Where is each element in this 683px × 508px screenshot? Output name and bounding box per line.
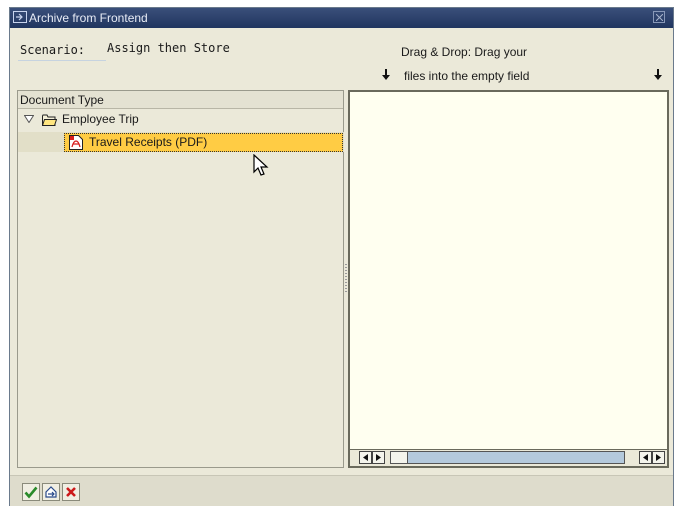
tree-node-label: Travel Receipts (PDF) [89,135,208,149]
checkmark-icon [24,486,38,499]
horizontal-scrollbar[interactable] [350,450,667,466]
cancel-icon [66,487,76,497]
pdf-icon [69,135,83,150]
close-icon [656,14,663,21]
archive-window-icon [13,11,27,23]
file-drop-area[interactable] [350,92,667,449]
tree-node-employee-trip[interactable]: Employee Trip [18,111,343,129]
expand-triangle-icon[interactable] [24,115,34,123]
scenario-value: Assign then Store [107,41,230,55]
archive-dialog: Archive from Frontend Scenario: Assign t… [9,7,674,506]
tree-node-travel-receipts[interactable]: Travel Receipts (PDF) [64,133,343,152]
close-button[interactable] [653,11,665,23]
window-title: Archive from Frontend [29,11,148,25]
drop-instruction-line2: files into the empty field [404,69,530,83]
transfer-button[interactable] [42,483,60,501]
cancel-button[interactable] [62,483,80,501]
drop-panel [348,90,669,468]
document-type-tree[interactable]: Document Type Employee Trip Travel Recei… [17,90,344,468]
dialog-footer [10,475,673,506]
scroll-right-button[interactable] [652,451,665,464]
splitter-grip[interactable] [345,264,347,294]
scroll-left-icon [363,454,368,461]
folder-open-icon [42,114,57,126]
scroll-left-icon [643,454,648,461]
transfer-icon [45,486,57,498]
scroll-thumb[interactable] [390,451,408,464]
confirm-button[interactable] [22,483,40,501]
mouse-pointer-icon [253,154,269,176]
scroll-track[interactable] [390,451,625,464]
arrow-down-icon [654,69,662,80]
title-bar[interactable]: Archive from Frontend [10,8,673,28]
arrow-down-icon [382,69,390,80]
scroll-left-button[interactable] [359,451,372,464]
drop-instruction-line1: Drag & Drop: Drag your [401,45,528,59]
scroll-right-button[interactable] [372,451,385,464]
tree-column-header[interactable]: Document Type [18,91,343,109]
scroll-right-icon [656,454,661,461]
scenario-label-underline [18,60,106,61]
scenario-label: Scenario: [20,43,86,57]
tree-header-label: Document Type [20,93,104,107]
tree-node-label: Employee Trip [62,112,139,126]
scroll-right-icon [376,454,381,461]
scroll-left-button[interactable] [639,451,652,464]
